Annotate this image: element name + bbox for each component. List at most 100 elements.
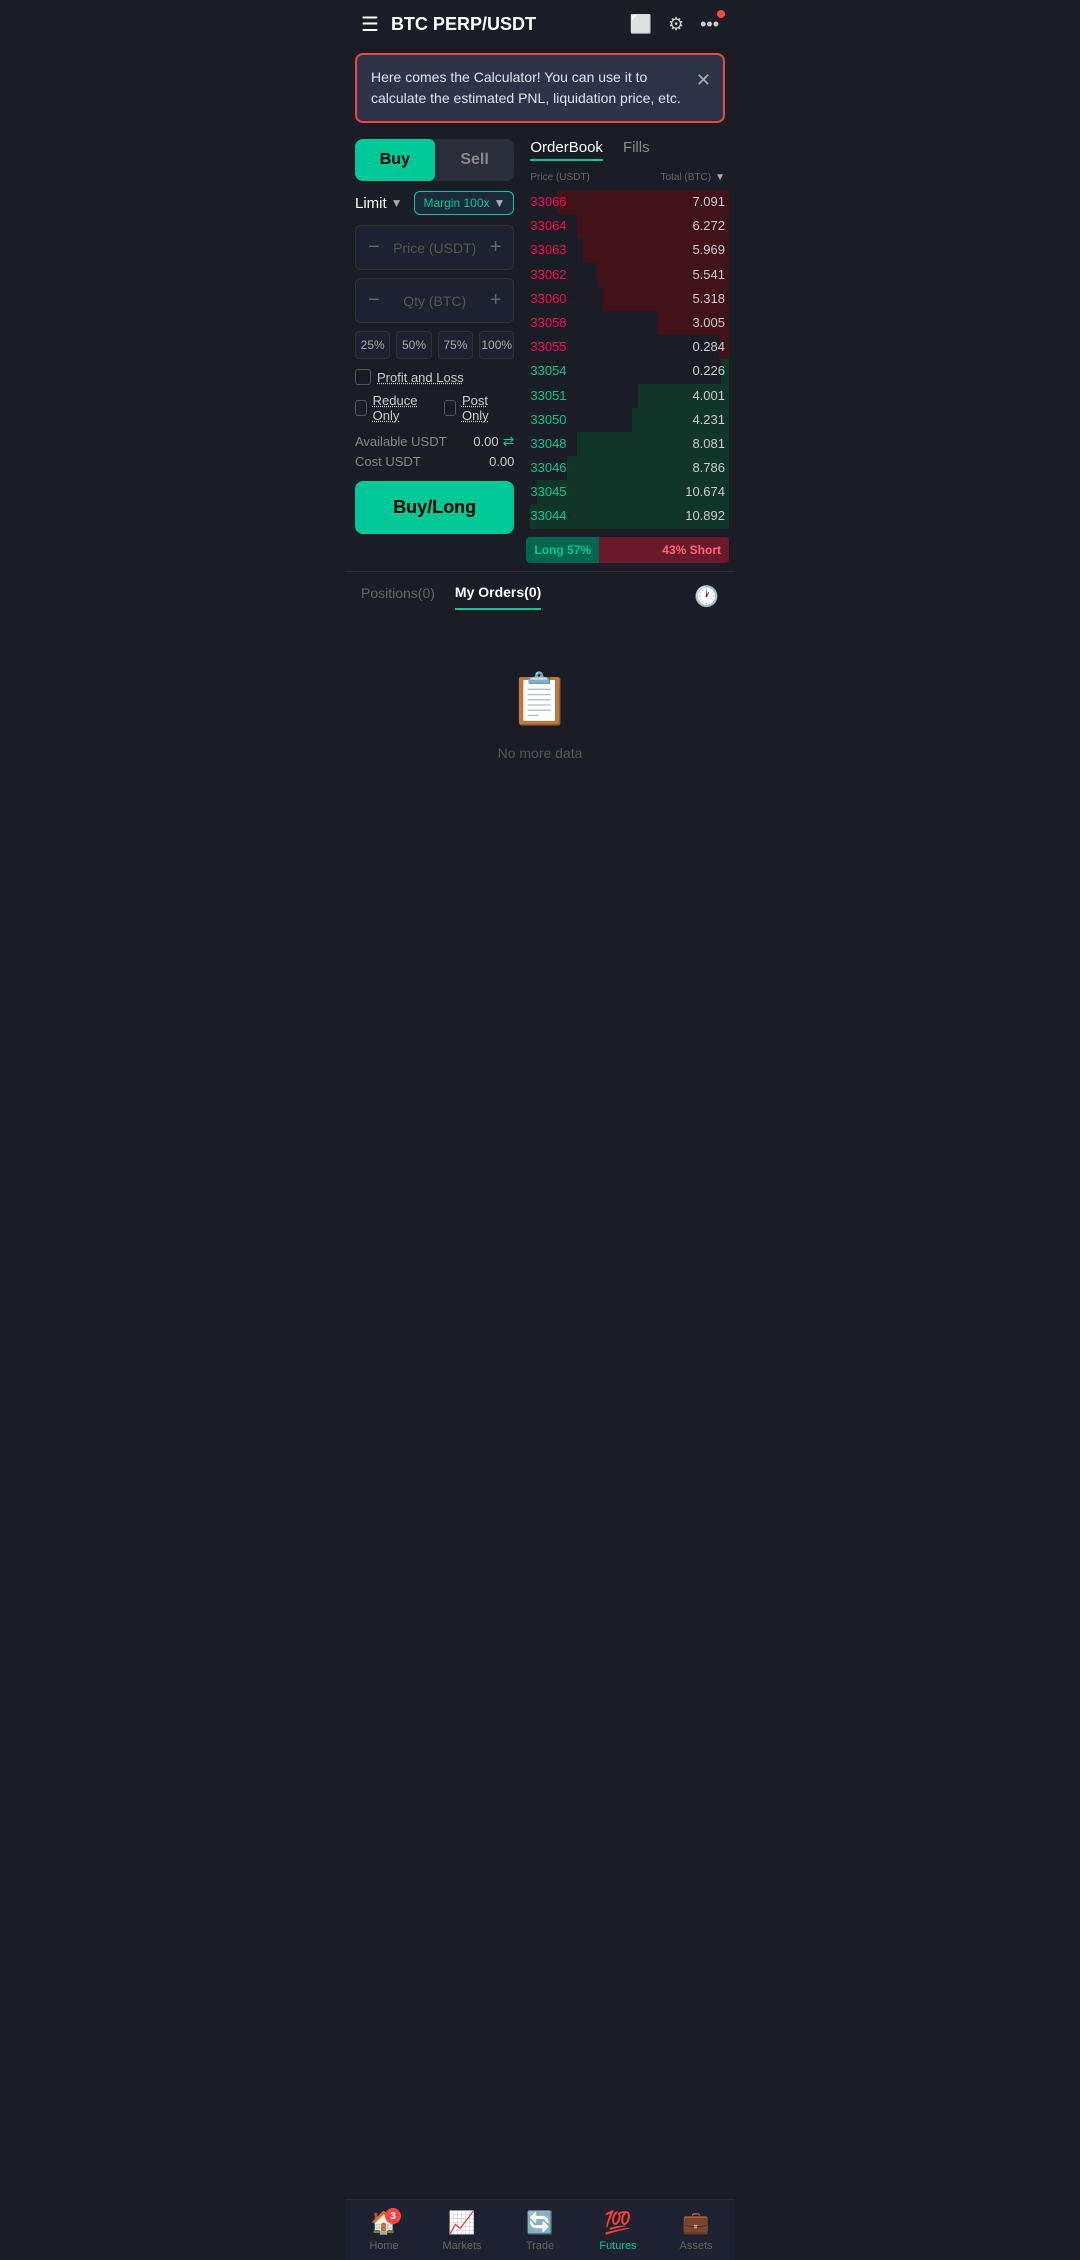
available-row: Available USDT 0.00 ⇄ xyxy=(355,433,514,450)
ask-price: 33064 xyxy=(530,217,566,235)
ask-total: 0.284 xyxy=(692,338,725,356)
bid-price: 33048 xyxy=(530,435,566,453)
order-type-label: Limit xyxy=(355,195,387,212)
page-title: BTC PERP/USDT xyxy=(391,14,618,35)
nav-futures[interactable]: 💯 Futures xyxy=(579,2210,657,2252)
profit-loss-checkbox[interactable] xyxy=(355,369,371,385)
bid-price: 33054 xyxy=(530,362,566,380)
ask-price: 33062 xyxy=(530,266,566,284)
futures-label: Futures xyxy=(599,2240,636,2252)
markets-label: Markets xyxy=(442,2240,481,2252)
orderbook-tabs: OrderBook Fills xyxy=(526,139,729,161)
ask-price: 33063 xyxy=(530,241,566,259)
bid-total: 8.786 xyxy=(692,459,725,477)
short-percentage: 43% Short xyxy=(599,537,729,563)
screen-icon[interactable]: ⬜ xyxy=(630,14,652,35)
cost-row: Cost USDT 0.00 xyxy=(355,454,514,469)
bid-total: 8.081 xyxy=(692,435,725,453)
bid-row[interactable]: 33050 4.231 xyxy=(526,408,729,432)
menu-icon[interactable]: ☰ xyxy=(361,12,379,37)
tab-orderbook[interactable]: OrderBook xyxy=(530,139,603,161)
bid-price: 33050 xyxy=(530,411,566,429)
markets-icon: 📈 xyxy=(448,2210,475,2236)
pct-100-button[interactable]: 100% xyxy=(479,331,514,359)
ask-row[interactable]: 33060 5.318 xyxy=(526,287,729,311)
long-percentage: Long 57% xyxy=(526,537,599,563)
total-sort-icon[interactable]: ▼ xyxy=(715,172,725,183)
price-increase-button[interactable]: + xyxy=(486,236,506,259)
buy-long-button[interactable]: Buy/Long xyxy=(355,481,514,534)
ask-price: 33060 xyxy=(530,290,566,308)
bid-total: 4.231 xyxy=(692,411,725,429)
bid-total: 0.226 xyxy=(692,362,725,380)
nav-assets[interactable]: 💼 Assets xyxy=(657,2210,735,2252)
header: ☰ BTC PERP/USDT ⬜ ⚙ ••• xyxy=(345,0,735,49)
bids-list: 33054 0.226 33051 4.001 33050 4.231 3304… xyxy=(526,359,729,528)
trade-label: Trade xyxy=(526,2240,554,2252)
nav-home[interactable]: 🏠 3 Home xyxy=(345,2210,423,2252)
bid-price: 33046 xyxy=(530,459,566,477)
bottom-navigation: 🏠 3 Home 📈 Markets 🔄 Trade 💯 Futures 💼 A… xyxy=(345,2199,735,2260)
ask-total: 7.091 xyxy=(692,193,725,211)
bottom-tabs: Positions(0) My Orders(0) 🕐 xyxy=(345,571,735,610)
transfer-icon[interactable]: ⇄ xyxy=(503,433,515,450)
order-type-select[interactable]: Limit ▼ xyxy=(355,195,403,212)
ask-row[interactable]: 33064 6.272 xyxy=(526,214,729,238)
cost-value: 0.00 xyxy=(489,454,514,469)
tab-fills[interactable]: Fills xyxy=(623,139,650,161)
pct-75-button[interactable]: 75% xyxy=(438,331,473,359)
reduce-only-checkbox[interactable] xyxy=(355,400,367,416)
nav-trade[interactable]: 🔄 Trade xyxy=(501,2210,579,2252)
bid-row[interactable]: 33045 10.674 xyxy=(526,480,729,504)
margin-select[interactable]: Margin 100x ▼ xyxy=(414,191,514,215)
price-decrease-button[interactable]: − xyxy=(364,236,384,259)
ask-row[interactable]: 33066 7.091 xyxy=(526,190,729,214)
empty-text: No more data xyxy=(498,745,583,761)
ask-row[interactable]: 33055 0.284 xyxy=(526,335,729,359)
available-value: 0.00 xyxy=(473,434,498,449)
total-header: Total (BTC) xyxy=(661,171,712,184)
bid-row[interactable]: 33048 8.081 xyxy=(526,432,729,456)
post-only-label[interactable]: Post Only xyxy=(462,393,500,423)
empty-state: 📋 No more data xyxy=(345,610,735,821)
more-options-icon[interactable]: ••• xyxy=(700,14,719,35)
bid-row[interactable]: 33044 10.892 xyxy=(526,504,729,528)
buy-sell-tabs: Buy Sell xyxy=(355,139,514,181)
ask-price: 33058 xyxy=(530,314,566,332)
bid-row[interactable]: 33051 4.001 xyxy=(526,384,729,408)
history-icon[interactable]: 🕐 xyxy=(694,584,719,609)
long-short-bar: Long 57% 43% Short xyxy=(526,537,729,563)
banner-text: Here comes the Calculator! You can use i… xyxy=(371,69,681,106)
sell-tab[interactable]: Sell xyxy=(435,139,515,181)
qty-decrease-button[interactable]: − xyxy=(364,289,384,312)
cost-label: Cost USDT xyxy=(355,454,421,469)
reduce-only-label[interactable]: Reduce Only xyxy=(373,393,425,423)
ask-row[interactable]: 33058 3.005 xyxy=(526,311,729,335)
ask-total: 5.318 xyxy=(692,290,725,308)
qty-input-label[interactable]: Qty (BTC) xyxy=(384,293,486,309)
qty-increase-button[interactable]: + xyxy=(486,289,506,312)
nav-markets[interactable]: 📈 Markets xyxy=(423,2210,501,2252)
bid-row[interactable]: 33046 8.786 xyxy=(526,456,729,480)
bid-total: 10.674 xyxy=(685,483,725,501)
tab-my-orders[interactable]: My Orders(0) xyxy=(455,584,541,610)
order-type-chevron-icon: ▼ xyxy=(391,196,403,210)
price-input-label[interactable]: Price (USDT) xyxy=(384,240,486,256)
pct-50-button[interactable]: 50% xyxy=(396,331,431,359)
margin-chevron-icon: ▼ xyxy=(494,196,506,210)
qty-input-group: − Qty (BTC) + xyxy=(355,278,514,323)
tab-positions[interactable]: Positions(0) xyxy=(361,585,435,609)
ask-price: 33066 xyxy=(530,193,566,211)
chart-settings-icon[interactable]: ⚙ xyxy=(668,14,684,35)
bid-row[interactable]: 33054 0.226 xyxy=(526,359,729,383)
pct-25-button[interactable]: 25% xyxy=(355,331,390,359)
banner-close-button[interactable]: ✕ xyxy=(696,67,711,94)
bid-price: 33045 xyxy=(530,483,566,501)
buy-tab[interactable]: Buy xyxy=(355,139,435,181)
order-form-panel: Buy Sell Limit ▼ Margin 100x ▼ − Price (… xyxy=(345,131,524,571)
ask-row[interactable]: 33063 5.969 xyxy=(526,238,729,262)
ask-row[interactable]: 33062 5.541 xyxy=(526,263,729,287)
percentage-row: 25% 50% 75% 100% xyxy=(355,331,514,359)
post-only-checkbox[interactable] xyxy=(444,400,456,416)
profit-loss-label[interactable]: Profit and Loss xyxy=(377,370,464,385)
